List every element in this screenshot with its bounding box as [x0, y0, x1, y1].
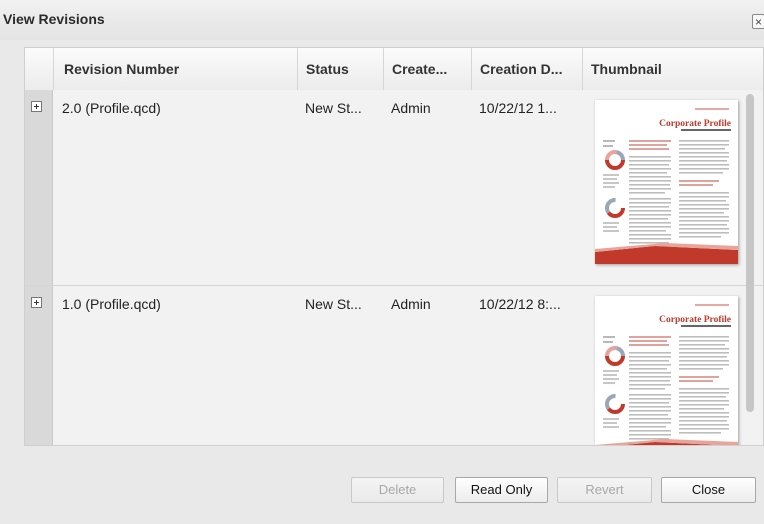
revert-button[interactable]: Revert — [557, 477, 652, 503]
column-header-thumbnail[interactable]: Thumbnail — [582, 48, 763, 90]
header-gutter — [25, 48, 53, 90]
creation-date-cell: 10/22/12 1... — [479, 100, 557, 116]
status-cell: New St... — [305, 100, 362, 116]
thumbnail-preview-graphic: Corporate Profile — [595, 100, 738, 264]
document-thumbnail[interactable]: Corporate Profile — [595, 296, 738, 445]
delete-button[interactable]: Delete — [351, 477, 444, 503]
read-only-button[interactable]: Read Only — [455, 477, 548, 503]
column-header-revision-number[interactable]: Revision Number — [53, 48, 297, 90]
dialog-title: View Revisions — [3, 11, 105, 27]
row-gutter — [25, 90, 53, 285]
table-row[interactable]: 2.0 (Profile.qcd) New St... Admin 10/22/… — [25, 90, 763, 286]
close-button[interactable]: Close — [661, 477, 756, 503]
status-cell: New St... — [305, 296, 362, 312]
revision-number-cell: 2.0 (Profile.qcd) — [62, 100, 161, 116]
thumbnail-heading: Corporate Profile — [659, 315, 731, 325]
revision-number-cell: 1.0 (Profile.qcd) — [62, 296, 161, 312]
created-by-cell: Admin — [391, 100, 431, 116]
expand-row-icon[interactable] — [31, 297, 42, 308]
close-icon[interactable]: × — [752, 14, 764, 29]
table-row[interactable]: 1.0 (Profile.qcd) New St... Admin 10/22/… — [25, 286, 763, 445]
creation-date-cell: 10/22/12 8:... — [479, 296, 561, 312]
vertical-scrollbar[interactable] — [744, 90, 756, 445]
view-revisions-dialog: View Revisions × Revision Number Status … — [0, 0, 764, 524]
thumbnail-preview-graphic: Corporate Profile — [595, 296, 738, 445]
dialog-titlebar: View Revisions × — [0, 0, 764, 40]
column-header-status[interactable]: Status — [297, 48, 383, 90]
row-gutter — [25, 286, 53, 445]
column-header-creation-date[interactable]: Creation D... — [471, 48, 582, 90]
created-by-cell: Admin — [391, 296, 431, 312]
revisions-grid: Revision Number Status Create... Creatio… — [24, 47, 764, 446]
column-header-created-by[interactable]: Create... — [383, 48, 471, 90]
document-thumbnail[interactable]: Corporate Profile — [595, 100, 738, 264]
thumbnail-heading: Corporate Profile — [659, 119, 731, 129]
grid-header: Revision Number Status Create... Creatio… — [25, 48, 763, 91]
expand-row-icon[interactable] — [31, 101, 42, 112]
scrollbar-thumb[interactable] — [746, 94, 754, 412]
